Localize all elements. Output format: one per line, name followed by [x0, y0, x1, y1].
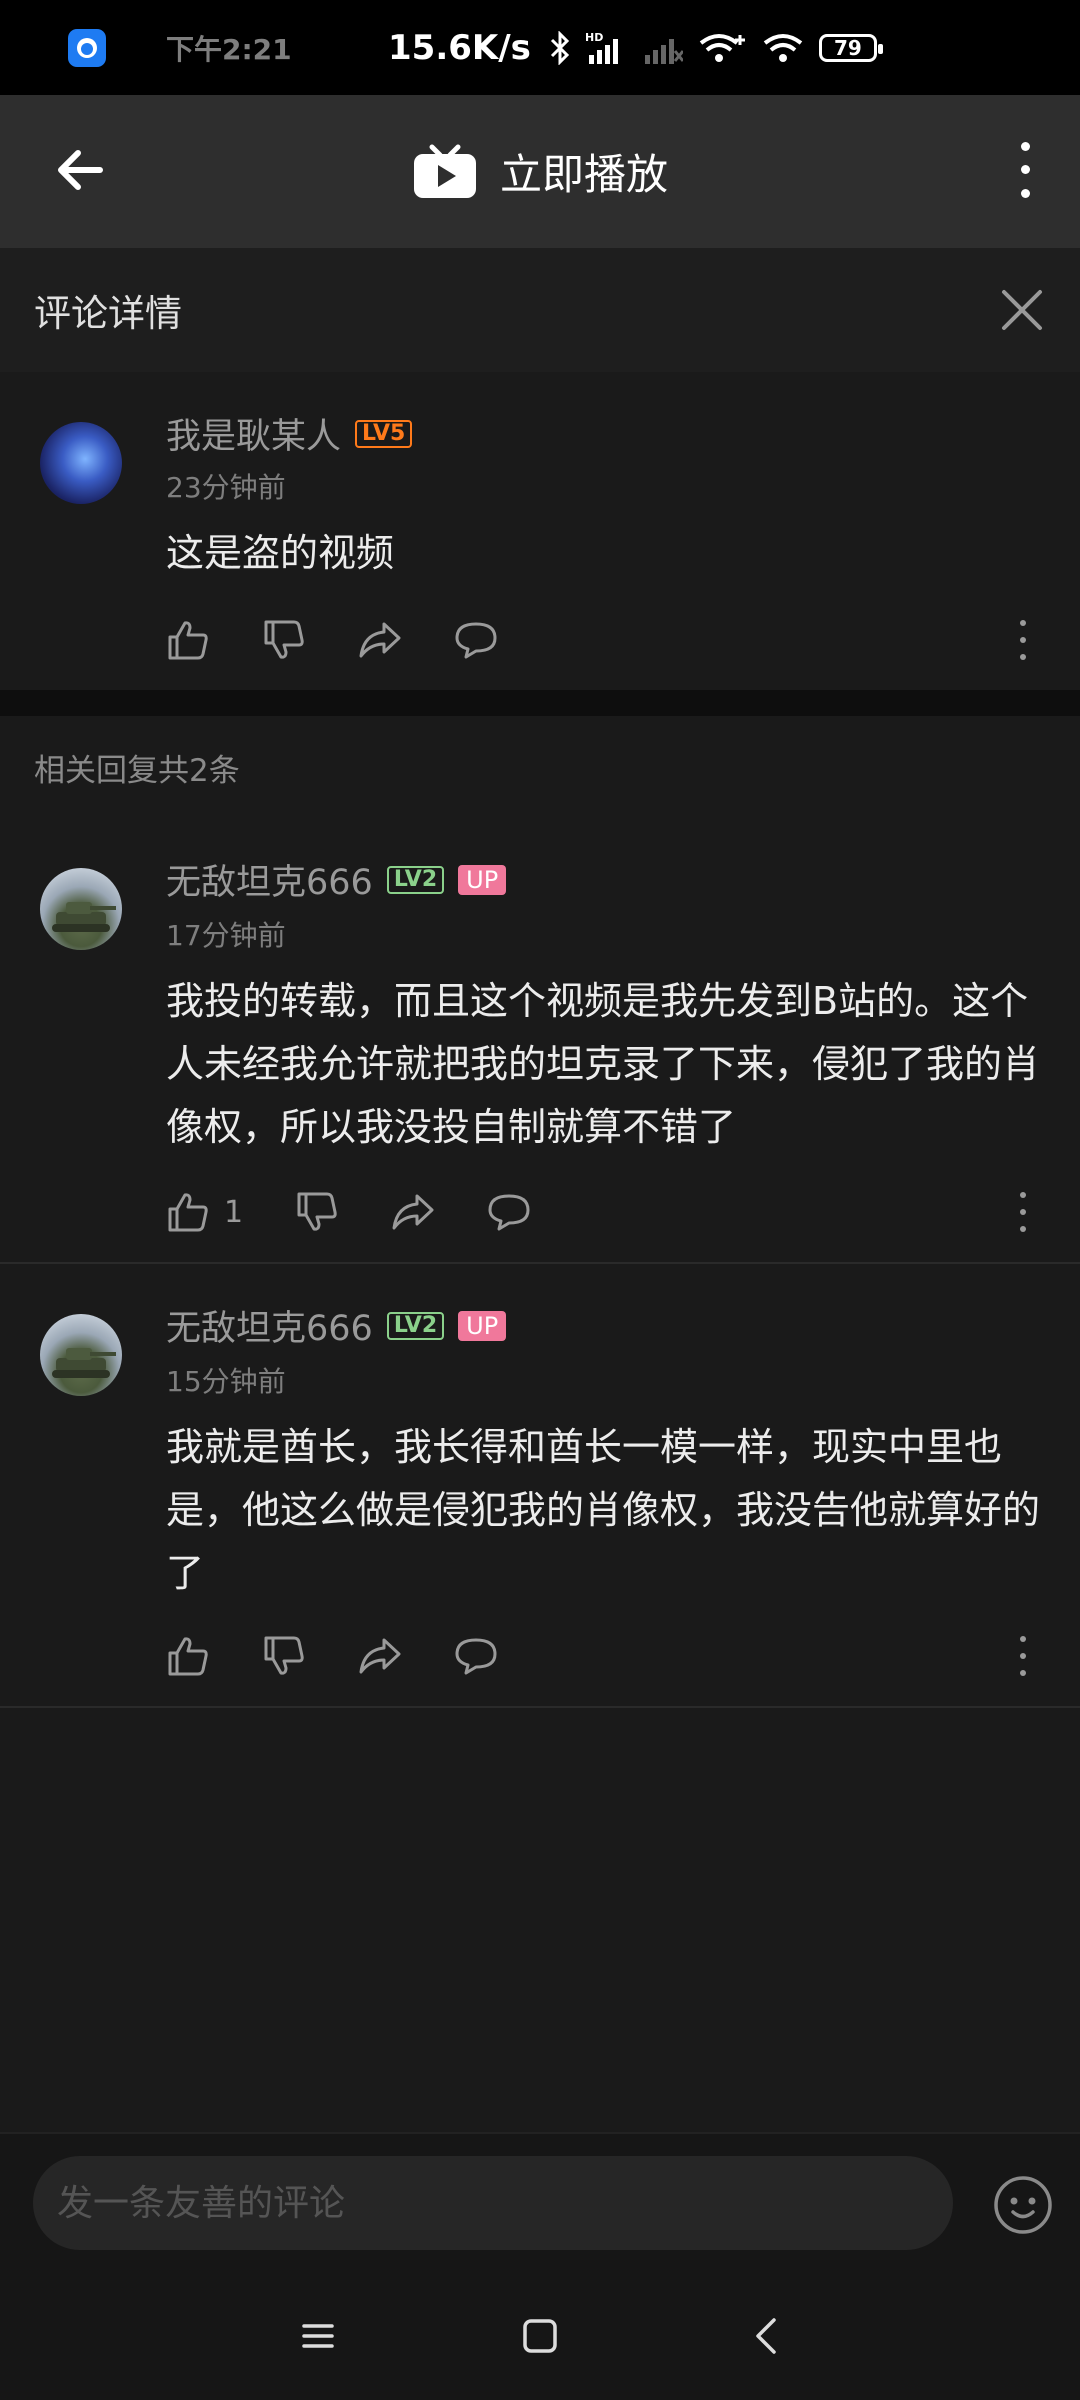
like-count: 1 [224, 1194, 244, 1230]
signal-off-icon [644, 38, 683, 64]
signal-icon: HD [585, 31, 618, 64]
comment-detail-title: 评论详情 [34, 292, 182, 335]
wifi-icon [763, 33, 803, 62]
comment-bubble-icon [455, 1638, 497, 1675]
comment-actions [166, 1634, 550, 1678]
dislike-button[interactable] [262, 1634, 306, 1678]
reply-button[interactable] [487, 1190, 531, 1234]
comment-actions [166, 618, 550, 662]
dislike-button[interactable] [262, 618, 306, 662]
user-row: 我是耿某人 LV5 [166, 408, 413, 459]
up-badge: UP [458, 864, 507, 895]
reply-item: 无敌坦克666 LV2 UP 15分钟前 我就是酋长，我长得和酋长一模一样，现实… [0, 1276, 1080, 1708]
comment-input-bar [0, 2132, 1080, 2274]
comment-time: 17分钟前 [166, 919, 286, 952]
app-notification-icon [68, 28, 106, 67]
top-bar: 立即播放 [0, 95, 1080, 248]
comment-input[interactable] [33, 2156, 953, 2250]
user-row: 无敌坦克666 LV2 UP [166, 854, 507, 905]
status-bar: 下午2:21 15.6K/s HD 79 [0, 0, 1080, 95]
thumbs-up-icon [168, 1193, 208, 1232]
share-icon [359, 1638, 401, 1674]
tv-play-icon [413, 144, 476, 198]
play-now-button[interactable]: 立即播放 [412, 141, 668, 202]
battery-level: 79 [833, 35, 862, 60]
comment-bubble-icon [455, 622, 497, 659]
network-speed: 15.6K/s [388, 27, 531, 68]
back-arrow-icon[interactable] [50, 140, 110, 200]
svg-text:HD: HD [585, 31, 603, 44]
comment-more-icon[interactable] [1018, 620, 1028, 660]
menu-icon[interactable] [294, 2312, 342, 2360]
avatar[interactable] [40, 1314, 122, 1396]
username[interactable]: 无敌坦克666 [166, 854, 373, 905]
comment-detail-header: 评论详情 [0, 248, 1080, 372]
like-button[interactable] [166, 1634, 210, 1678]
share-button[interactable] [391, 1190, 435, 1234]
top-bar-title: 立即播放 [499, 150, 668, 199]
username[interactable]: 无敌坦克666 [166, 1300, 373, 1351]
status-time: 下午2:21 [166, 32, 292, 66]
comment-more-icon[interactable] [1018, 1636, 1028, 1676]
reply-button[interactable] [454, 618, 498, 662]
comment-content: 这是盗的视频 [166, 531, 395, 575]
home-icon[interactable] [516, 2312, 564, 2360]
dislike-button[interactable] [295, 1190, 339, 1234]
thumbs-up-icon [168, 621, 208, 660]
divider [0, 1262, 1080, 1264]
main-comment: 我是耿某人 LV5 23分钟前 这是盗的视频 [0, 372, 1080, 690]
share-icon [359, 622, 401, 658]
share-button[interactable] [358, 1634, 402, 1678]
thumbs-down-icon [264, 1636, 304, 1675]
like-button[interactable]: 1 [166, 1190, 243, 1234]
close-icon[interactable] [996, 284, 1048, 336]
user-row: 无敌坦克666 LV2 UP [166, 1300, 507, 1351]
thumbs-up-icon [168, 1637, 208, 1676]
reply-item: 无敌坦克666 LV2 UP 17分钟前 我投的转载，而且这个视频是我先发到B站… [0, 830, 1080, 1262]
share-button[interactable] [358, 618, 402, 662]
username[interactable]: 我是耿某人 [166, 408, 341, 459]
comment-time: 15分钟前 [166, 1365, 286, 1398]
bluetooth-icon [550, 30, 570, 65]
reply-button[interactable] [454, 1634, 498, 1678]
comment-bubble-icon [488, 1194, 530, 1231]
battery-icon: 79 [818, 33, 883, 62]
section-separator [0, 690, 1080, 716]
replies-count: 相关回复共2条 [34, 753, 240, 789]
comment-content: 我就是酋长，我长得和酋长一模一样，现实中里也是，他这么做是侵犯我的肖像权，我没告… [166, 1425, 1041, 1595]
divider [0, 1706, 1080, 1708]
up-badge: UP [458, 1310, 507, 1341]
thumbs-down-icon [297, 1192, 337, 1231]
level-badge: LV2 [386, 1311, 445, 1340]
more-vertical-icon[interactable] [1010, 135, 1040, 205]
status-indicators: 15.6K/s HD 79 [388, 0, 883, 95]
comment-actions: 1 [166, 1190, 583, 1234]
comment-content: 我投的转载，而且这个视频是我先发到B站的。这个人未经我允许就把我的坦克录了下来，… [166, 979, 1041, 1149]
level-badge: LV5 [355, 419, 413, 448]
wifi-plus-icon [699, 33, 745, 62]
level-badge: LV2 [386, 865, 445, 894]
comment-time: 23分钟前 [166, 471, 286, 504]
avatar[interactable] [40, 868, 122, 950]
like-button[interactable] [166, 618, 210, 662]
avatar[interactable] [40, 422, 122, 504]
back-icon[interactable] [744, 2312, 792, 2360]
comment-more-icon[interactable] [1018, 1192, 1028, 1232]
thumbs-down-icon [264, 620, 304, 659]
share-icon [392, 1194, 434, 1230]
system-nav-bar [0, 2272, 1080, 2400]
emoji-icon[interactable] [992, 2174, 1054, 2236]
